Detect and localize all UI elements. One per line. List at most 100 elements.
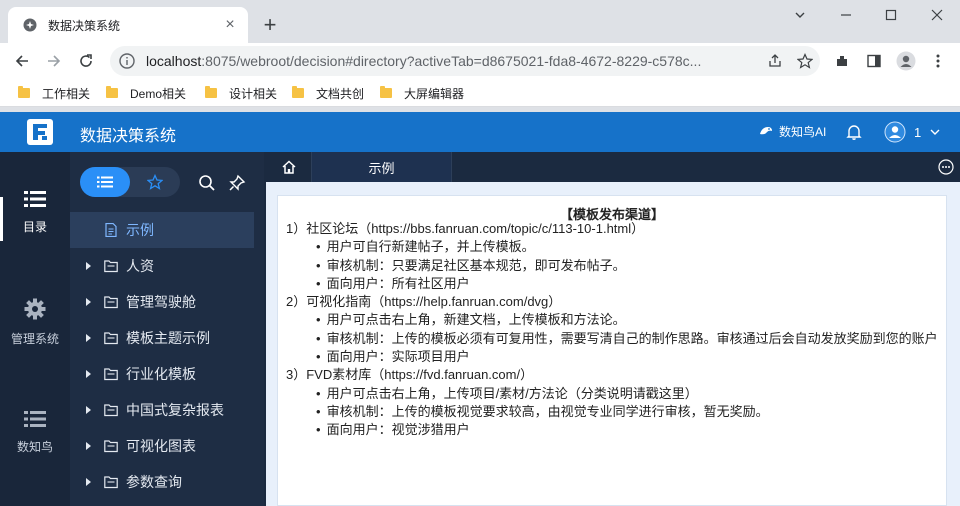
caret-right-icon[interactable]	[86, 370, 91, 378]
rail-item-directory[interactable]: 目录	[0, 190, 70, 235]
tree-item-folder[interactable]: 管理驾驶舱	[70, 284, 264, 320]
side-panel-icon[interactable]	[862, 49, 886, 73]
bookmark-label: 工作相关	[42, 86, 91, 101]
forward-arrow-icon[interactable]	[42, 49, 66, 73]
tree-item-label: 管理驾驶舱	[126, 294, 196, 310]
directory-tree: 示例 人资 管理驾驶舱 模板主题示例 行业化模板 中国式复杂报表 可视化图表 参…	[70, 212, 264, 500]
list-view-button[interactable]	[80, 167, 130, 197]
rail-label: 目录	[22, 220, 47, 234]
page-favicon-icon	[22, 17, 38, 33]
caret-right-icon[interactable]	[86, 262, 91, 270]
folder-icon	[104, 403, 118, 417]
folder-icon	[104, 259, 118, 273]
home-icon	[281, 159, 297, 175]
user-name: 1	[914, 124, 922, 140]
caret-right-icon[interactable]	[86, 334, 91, 342]
folder-icon	[104, 439, 118, 453]
report-line-heading: 1）社区论坛（https://bbs.fanruan.com/topic/c/1…	[286, 221, 645, 236]
browser-toolbar: localhost:8075/webroot/decision#director…	[0, 43, 960, 79]
caret-right-icon[interactable]	[86, 298, 91, 306]
caret-right-icon[interactable]	[86, 478, 91, 486]
content-tab-bar: 示例	[266, 152, 960, 182]
user-avatar-icon	[884, 121, 906, 143]
report-file-icon	[104, 222, 118, 238]
folder-icon	[205, 86, 217, 98]
rail-label: 数知鸟	[16, 440, 53, 454]
rail-label: 管理系统	[10, 332, 59, 346]
close-tab-icon[interactable]: ×	[222, 17, 238, 33]
user-menu[interactable]: 1	[884, 121, 941, 143]
browser-tab-title: 数据决策系统	[48, 18, 121, 33]
folder-icon	[292, 86, 304, 98]
caret-right-icon[interactable]	[86, 442, 91, 450]
rail-item-management[interactable]: 管理系统	[0, 298, 70, 347]
url-text: localhost:8075/webroot/decision#director…	[146, 53, 760, 69]
chevron-down-icon	[929, 126, 941, 138]
tree-item-folder[interactable]: 人资	[70, 248, 264, 284]
ai-bird-icon	[758, 124, 774, 140]
view-toggle	[80, 167, 180, 197]
reload-icon[interactable]	[74, 49, 98, 73]
tree-item-label: 示例	[126, 222, 154, 238]
site-info-icon[interactable]	[118, 52, 136, 70]
report-line-bullet: 审核机制：上传的模板必须有可复用性，需要写清自己的制作思路。审核通过后会自动发放…	[286, 330, 938, 348]
list-icon	[97, 176, 113, 188]
tree-item-label: 中国式复杂报表	[126, 402, 224, 418]
new-tab-icon[interactable]: +	[258, 14, 282, 38]
folder-icon	[104, 295, 118, 309]
rail-item-shuzhiniao[interactable]: 数知鸟	[0, 410, 70, 455]
folder-icon	[104, 367, 118, 381]
notification-bell-icon[interactable]	[846, 123, 862, 141]
report-line-bullet: 面向用户：实际项目用户	[286, 348, 938, 366]
folder-icon	[106, 86, 118, 98]
list-icon	[0, 190, 70, 208]
folder-icon	[18, 86, 30, 98]
tree-item-folder[interactable]: 模板主题示例	[70, 320, 264, 356]
close-window-icon[interactable]	[927, 6, 947, 26]
folder-icon	[380, 86, 392, 98]
extensions-icon[interactable]	[830, 49, 854, 73]
minimize-icon[interactable]	[836, 6, 856, 26]
pin-icon[interactable]	[228, 174, 246, 192]
tree-item-label: 可视化图表	[126, 438, 196, 454]
caret-right-icon[interactable]	[86, 406, 91, 414]
browser-menu-icon[interactable]	[926, 49, 950, 73]
profile-avatar-icon[interactable]	[894, 49, 918, 73]
report-line-bullet: 审核机制：只要满足社区基本规范，即可发布帖子。	[286, 257, 938, 275]
chevron-down-icon[interactable]	[790, 6, 810, 26]
more-options-icon[interactable]	[938, 159, 954, 175]
report-sheet: 【模板发布渠道】 1）社区论坛（https://bbs.fanruan.com/…	[277, 195, 947, 506]
back-arrow-icon[interactable]	[10, 49, 34, 73]
tree-item-folder[interactable]: 行业化模板	[70, 356, 264, 392]
bookmark-label: Demo相关	[130, 86, 187, 101]
bookmark-star-icon[interactable]	[790, 49, 820, 73]
tree-item-folder[interactable]: 参数查询	[70, 464, 264, 500]
home-tab[interactable]	[266, 152, 312, 182]
report-body: 1）社区论坛（https://bbs.fanruan.com/topic/c/1…	[286, 220, 938, 440]
gear-icon	[0, 298, 70, 320]
ai-label: 数知鸟AI	[779, 125, 827, 139]
tree-item-example[interactable]: 示例	[70, 212, 254, 248]
bookmark-folder[interactable]: Demo相关	[106, 84, 186, 102]
ai-assistant-button[interactable]: 数知鸟AI	[758, 123, 826, 140]
app-title: 数据决策系统	[80, 128, 177, 145]
browser-tab[interactable]: 数据决策系统 ×	[8, 7, 248, 43]
tree-item-folder[interactable]: 可视化图表	[70, 428, 264, 464]
address-bar[interactable]: localhost:8075/webroot/decision#director…	[110, 46, 820, 76]
directory-panel: 示例 人资 管理驾驶舱 模板主题示例 行业化模板 中国式复杂报表 可视化图表 参…	[70, 152, 264, 506]
bookmark-folder[interactable]: 大屏编辑器	[380, 84, 464, 102]
favorites-button[interactable]	[130, 167, 180, 197]
share-icon[interactable]	[760, 49, 790, 73]
maximize-icon[interactable]	[881, 6, 901, 26]
bookmark-folder[interactable]: 设计相关	[205, 84, 277, 102]
folder-icon	[104, 475, 118, 489]
bookmark-folder[interactable]: 工作相关	[18, 84, 90, 102]
search-icon[interactable]	[198, 174, 216, 192]
app-header: 数据决策系统 数知鸟AI 1	[0, 112, 960, 152]
tab-example[interactable]: 示例	[312, 152, 452, 182]
tree-item-folder[interactable]: 中国式复杂报表	[70, 392, 264, 428]
report-line-bullet: 用户可自行新建帖子，并上传模板。	[286, 238, 938, 256]
list-icon	[0, 410, 70, 428]
bookmark-folder[interactable]: 文档共创	[292, 84, 364, 102]
star-icon	[147, 174, 163, 190]
